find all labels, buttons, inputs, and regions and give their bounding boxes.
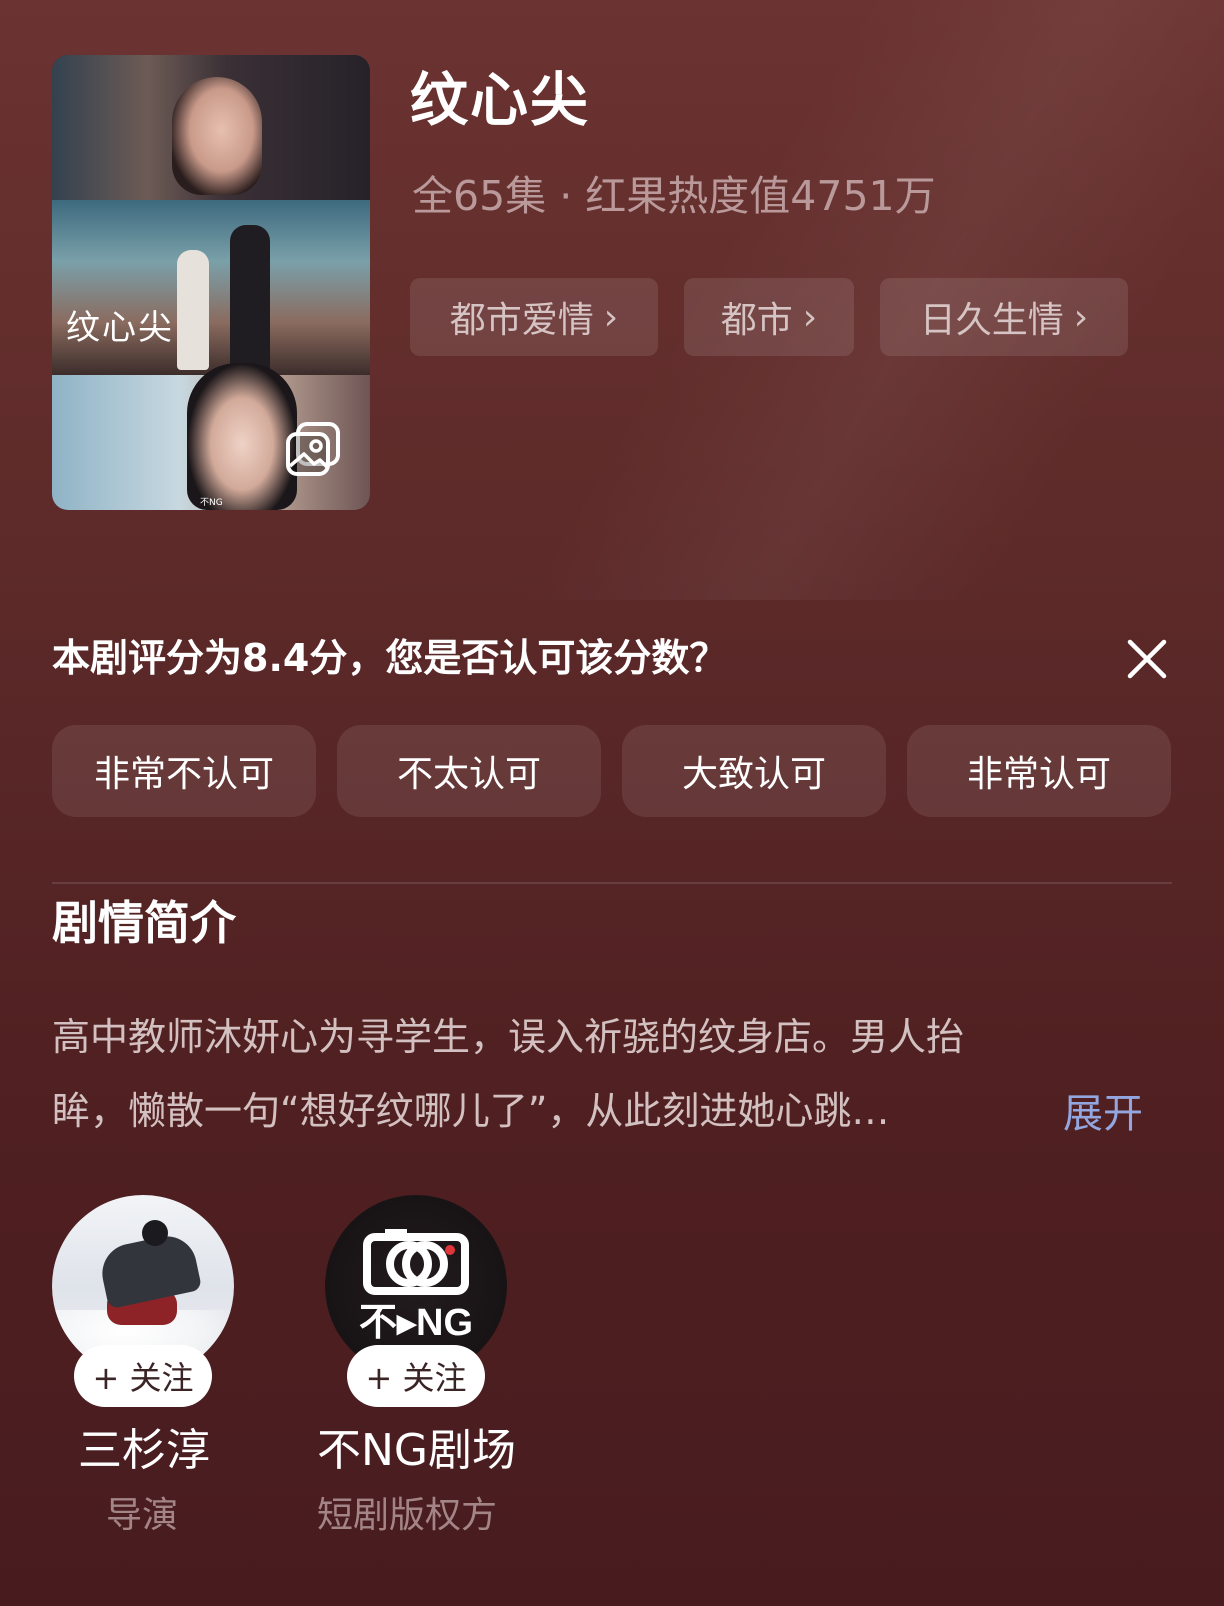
gallery-icon[interactable] [284,420,342,478]
poster-figure-male [230,225,270,375]
person-role: 短剧版权方 [317,1495,498,1536]
chevron-right-icon: › [603,296,619,338]
poster-actor [187,363,297,510]
poster-title-art: 纹心尖 [66,308,174,348]
synopsis-line: 眸，懒散一句“想好纹哪儿了”，从此刻进她心跳… [52,1089,890,1133]
person-role: 导演 [106,1495,179,1536]
chevron-right-icon: › [1073,296,1089,338]
synopsis-text: 高中教师沐妍心为寻学生，误入祈骁的纹身店。男人抬 眸，懒散一句“想好纹哪儿了”，… [52,1000,1052,1148]
rating-question: 本剧评分为8.4分，您是否认可该分数？ [52,636,728,680]
tag-chip[interactable]: 日久生情 › [880,278,1128,356]
poster-brand: 不NG [200,498,223,508]
tag-label: 都市 [720,300,793,341]
section-divider [52,882,1172,884]
poster-figure-female [177,250,209,370]
rating-option-strongly-agree[interactable]: 非常认可 [907,725,1171,817]
tag-chip[interactable]: 都市 › [684,278,854,356]
person-name[interactable]: 三杉淳 [78,1420,210,1482]
drama-poster[interactable]: 纹心尖 不NG [52,55,370,510]
logo-text: 不▸NG [359,1302,473,1344]
rating-option-agree[interactable]: 大致认可 [622,725,886,817]
poster-actress [172,77,262,195]
follow-button[interactable]: + 关注 [74,1345,212,1407]
person-name[interactable]: 不NG剧场 [317,1420,516,1482]
chevron-right-icon: › [802,296,818,338]
avatar-figure-head [142,1220,168,1246]
tag-label: 都市爱情 [449,300,594,341]
tag-label: 日久生情 [919,300,1064,341]
drama-meta: 全65集 · 红果热度值4751万 [412,172,936,220]
expand-link[interactable]: 展开 [1063,1084,1143,1144]
drama-title: 纹心尖 [410,66,591,134]
close-icon[interactable] [1124,636,1170,682]
synopsis-heading: 剧情简介 [52,896,236,950]
rating-option-disagree[interactable]: 不太认可 [337,725,601,817]
rating-option-strongly-disagree[interactable]: 非常不认可 [52,725,316,817]
tag-chip[interactable]: 都市爱情 › [410,278,658,356]
follow-button[interactable]: + 关注 [347,1345,485,1407]
synopsis-line: 高中教师沐妍心为寻学生，误入祈骁的纹身店。男人抬 [52,1015,965,1059]
